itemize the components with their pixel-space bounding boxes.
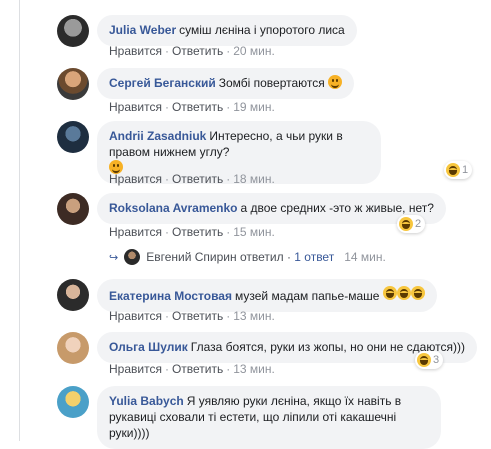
- comment-time[interactable]: 15 мин.: [233, 225, 275, 239]
- separator: ·: [164, 172, 169, 186]
- reply-link[interactable]: Ответить: [172, 362, 223, 376]
- avatar: [124, 249, 141, 265]
- separator: ·: [226, 44, 231, 58]
- comment-author[interactable]: Roksolana Avramenko: [109, 201, 238, 215]
- separator: ·: [164, 100, 169, 114]
- comment-author[interactable]: Сергей Беганский: [109, 76, 216, 90]
- replies-summary[interactable]: ↪ Евгений Спирин ответил · 1 ответ 14 мин…: [109, 249, 386, 265]
- separator: ·: [226, 309, 231, 323]
- separator: ·: [164, 362, 169, 376]
- like-link[interactable]: Нравится: [109, 100, 162, 114]
- separator: ·: [226, 172, 231, 186]
- comment-author[interactable]: Yulia Babych: [109, 394, 184, 408]
- avatar[interactable]: [57, 68, 89, 100]
- haha-icon: [417, 353, 431, 367]
- reply-link[interactable]: Ответить: [172, 225, 223, 239]
- comment-author[interactable]: Екатерина Мостовая: [109, 289, 232, 303]
- separator: ·: [164, 225, 169, 239]
- reaction-badge[interactable]: 1: [444, 161, 473, 179]
- avatar[interactable]: [57, 279, 89, 311]
- reaction-badge[interactable]: 2: [397, 215, 426, 233]
- avatar[interactable]: [57, 332, 89, 364]
- comment-time[interactable]: 18 мин.: [233, 172, 275, 186]
- comment-text: музей мадам папье-маше: [234, 289, 380, 303]
- like-link[interactable]: Нравится: [109, 309, 162, 323]
- separator: ·: [226, 362, 231, 376]
- haha-icon: [399, 217, 413, 231]
- comment-text: Зомбі повертаются: [218, 76, 325, 90]
- comment-time[interactable]: 20 мин.: [233, 44, 275, 58]
- reply-link[interactable]: Ответить: [172, 44, 223, 58]
- avatar[interactable]: [57, 15, 89, 47]
- separator: ·: [164, 44, 169, 58]
- reply-arrow-icon: ↪: [109, 251, 119, 264]
- comment-bubble: Екатерина Мостовая музей мадам папье-маше: [97, 279, 437, 312]
- reply-link[interactable]: Ответить: [172, 172, 223, 186]
- comment-text: суміш лєніна і упоротого лиса: [179, 23, 345, 37]
- separator: ·: [226, 225, 231, 239]
- comment-actions: Нравится · Ответить · 13 мин.: [109, 362, 275, 376]
- comment-author[interactable]: Ольга Шулик: [109, 340, 188, 354]
- comment-bubble: Roksolana Avramenko а двое средних -это ж…: [97, 193, 446, 224]
- comment-actions: Нравится · Ответить · 13 мин.: [109, 309, 275, 323]
- comment-bubble: Julia Weber суміш лєніна і упоротого лиса: [97, 15, 357, 46]
- comment-text: а двое средних -это ж живые, нет?: [240, 201, 434, 215]
- avatar[interactable]: [57, 386, 89, 418]
- like-link[interactable]: Нравится: [109, 225, 162, 239]
- reply-verb: ответил: [239, 250, 284, 264]
- reply-link[interactable]: Ответить: [172, 100, 223, 114]
- reaction-count: 3: [433, 354, 440, 366]
- avatar[interactable]: [57, 193, 89, 225]
- laughing-emoji: [410, 286, 425, 300]
- avatar[interactable]: [57, 121, 89, 153]
- reaction-badge[interactable]: 3: [415, 351, 444, 369]
- comment-author[interactable]: Julia Weber: [109, 23, 176, 37]
- comment-actions: Нравится · Ответить · 20 мин.: [109, 44, 275, 58]
- reply-time: 14 мин.: [344, 250, 386, 264]
- like-link[interactable]: Нравится: [109, 362, 162, 376]
- comment-time[interactable]: 13 мин.: [233, 362, 275, 376]
- comment-time[interactable]: 19 мин.: [233, 100, 275, 114]
- laughing-emoji: [382, 286, 397, 300]
- haha-icon: [446, 163, 460, 177]
- laughing-emoji: [396, 286, 411, 300]
- separator: ·: [286, 250, 291, 264]
- separator: ·: [226, 100, 231, 114]
- comment-bubble: Yulia Babych Я уявляю руки лєніна, якщо ї…: [97, 386, 441, 449]
- comment-actions: Нравится · Ответить · 18 мин.: [109, 172, 275, 186]
- comment-time[interactable]: 13 мин.: [233, 309, 275, 323]
- comment-actions: Нравится · Ответить · 19 мин.: [109, 100, 275, 114]
- reply-link[interactable]: Ответить: [172, 309, 223, 323]
- reaction-count: 2: [415, 218, 422, 230]
- like-link[interactable]: Нравится: [109, 172, 162, 186]
- smile-emoji: [328, 75, 343, 89]
- separator: ·: [164, 309, 169, 323]
- like-link[interactable]: Нравится: [109, 44, 162, 58]
- reply-count[interactable]: 1 ответ: [294, 250, 334, 264]
- comment-actions: Нравится · Ответить · 15 мин.: [109, 225, 275, 239]
- reaction-count: 1: [462, 164, 469, 176]
- comment-author[interactable]: Andrii Zasadniuk: [109, 129, 206, 143]
- comments-panel: Julia Weber суміш лєніна і упоротого лиса…: [19, 0, 491, 449]
- reply-author[interactable]: Евгений Спирин: [146, 250, 236, 264]
- comment-bubble: Сергей Беганский Зомбі повертаются: [97, 68, 355, 99]
